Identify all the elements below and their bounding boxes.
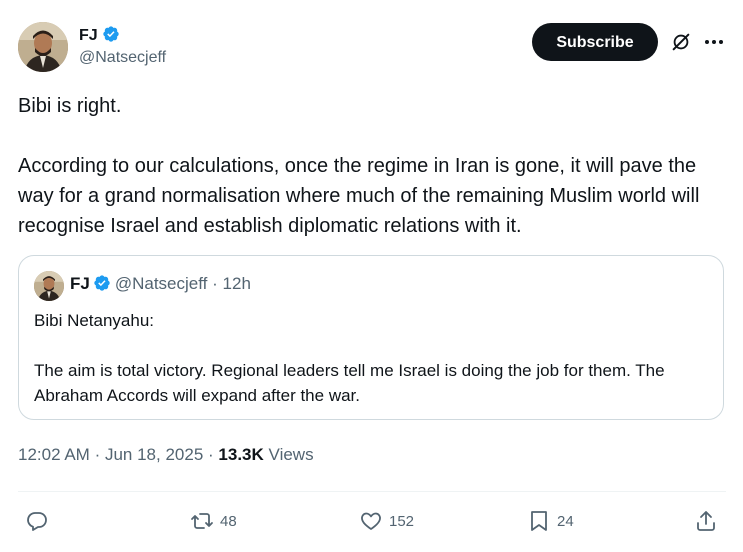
divider bbox=[18, 491, 726, 492]
profile-photo bbox=[18, 22, 68, 72]
retweet-button[interactable]: 48 bbox=[190, 508, 237, 534]
quote-header: FJ @Natsecjeff · 12h bbox=[70, 274, 251, 294]
heart-icon bbox=[361, 512, 381, 530]
ellipsis-icon[interactable] bbox=[703, 32, 725, 52]
slashed-circle-icon[interactable] bbox=[670, 31, 692, 53]
tweet-time[interactable]: 12:02 AM bbox=[18, 445, 90, 464]
meta-separator: · bbox=[94, 445, 101, 464]
views-label: Views bbox=[268, 445, 314, 464]
author-name-text: FJ bbox=[79, 27, 98, 44]
like-button[interactable]: 152 bbox=[359, 508, 414, 534]
tweet-date[interactable]: Jun 18, 2025 bbox=[105, 445, 203, 464]
retweet-count: 48 bbox=[220, 512, 237, 530]
author-handle[interactable]: @Natsecjeff bbox=[79, 49, 166, 67]
verified-badge-icon bbox=[94, 275, 110, 291]
like-count: 152 bbox=[389, 512, 415, 530]
tweet-text: Bibi is right. According to our calculat… bbox=[18, 95, 700, 237]
reply-button[interactable] bbox=[25, 508, 55, 534]
bookmark-count: 24 bbox=[557, 512, 574, 530]
quoted-tweet-card[interactable]: FJ @Natsecjeff · 12h Bibi Netanyahu: The… bbox=[18, 255, 724, 420]
quote-author-name: FJ bbox=[70, 274, 90, 293]
views-count: 13.3K bbox=[218, 445, 264, 464]
subscribe-button[interactable]: Subscribe bbox=[532, 23, 658, 61]
quote-separator: · bbox=[212, 274, 218, 293]
share-icon bbox=[697, 511, 715, 531]
profile-photo bbox=[34, 271, 64, 301]
reply-icon bbox=[27, 512, 47, 531]
tweet-meta: 12:02 AM · Jun 18, 2025 · 13.3K Views bbox=[18, 445, 314, 465]
meta-separator: · bbox=[208, 445, 214, 464]
quote-timestamp: 12h bbox=[222, 274, 251, 293]
verified-badge-icon bbox=[102, 26, 119, 42]
bookmark-icon bbox=[531, 511, 547, 531]
retweet-icon bbox=[191, 513, 213, 529]
quote-author-handle: @Natsecjeff bbox=[114, 274, 208, 293]
share-button[interactable] bbox=[694, 508, 718, 534]
bookmark-button[interactable]: 24 bbox=[527, 508, 574, 534]
quote-avatar bbox=[34, 271, 64, 301]
author-name[interactable]: FJ bbox=[79, 25, 120, 45]
quote-text: Bibi Netanyahu: The aim is total victory… bbox=[34, 311, 665, 405]
author-avatar[interactable] bbox=[18, 22, 68, 72]
